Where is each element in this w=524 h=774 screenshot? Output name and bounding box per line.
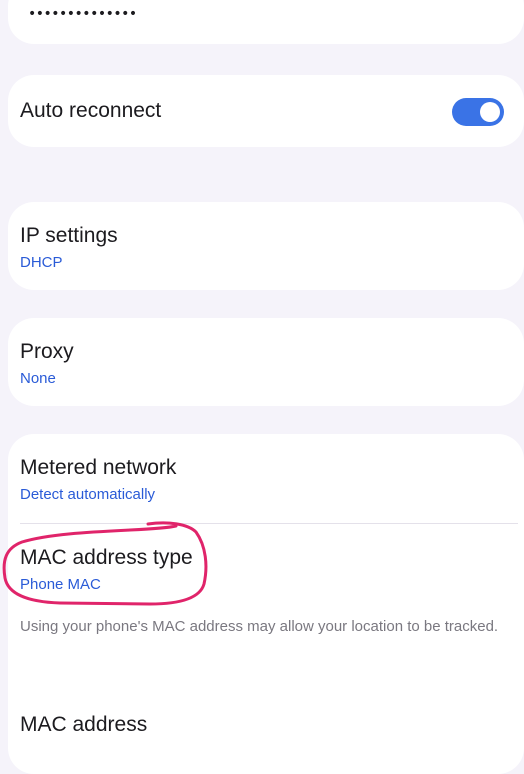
divider [20,523,518,524]
network-options-card: Metered network Detect automatically MAC… [8,434,524,774]
auto-reconnect-toggle[interactable] [452,98,504,126]
toggle-knob [480,102,500,122]
password-card[interactable]: •••••••••••••• [8,0,524,44]
ip-settings-card[interactable]: IP settings DHCP [8,202,524,290]
mac-address-type-value: Phone MAC [20,576,101,593]
mac-address-label: MAC address [20,713,148,736]
password-value: •••••••••••••• [28,6,137,22]
mac-address-type-label: MAC address type [20,546,193,569]
metered-network-value: Detect automatically [20,486,156,503]
proxy-value: None [20,370,56,387]
metered-network-label: Metered network [20,456,177,479]
ip-settings-value: DHCP [20,254,63,271]
mac-address-helper-text: Using your phone's MAC address may allow… [20,618,499,635]
ip-settings-label: IP settings [20,224,118,247]
proxy-label: Proxy [20,340,74,363]
auto-reconnect-card[interactable]: Auto reconnect [8,75,524,147]
auto-reconnect-label: Auto reconnect [20,99,162,122]
proxy-card[interactable]: Proxy None [8,318,524,406]
